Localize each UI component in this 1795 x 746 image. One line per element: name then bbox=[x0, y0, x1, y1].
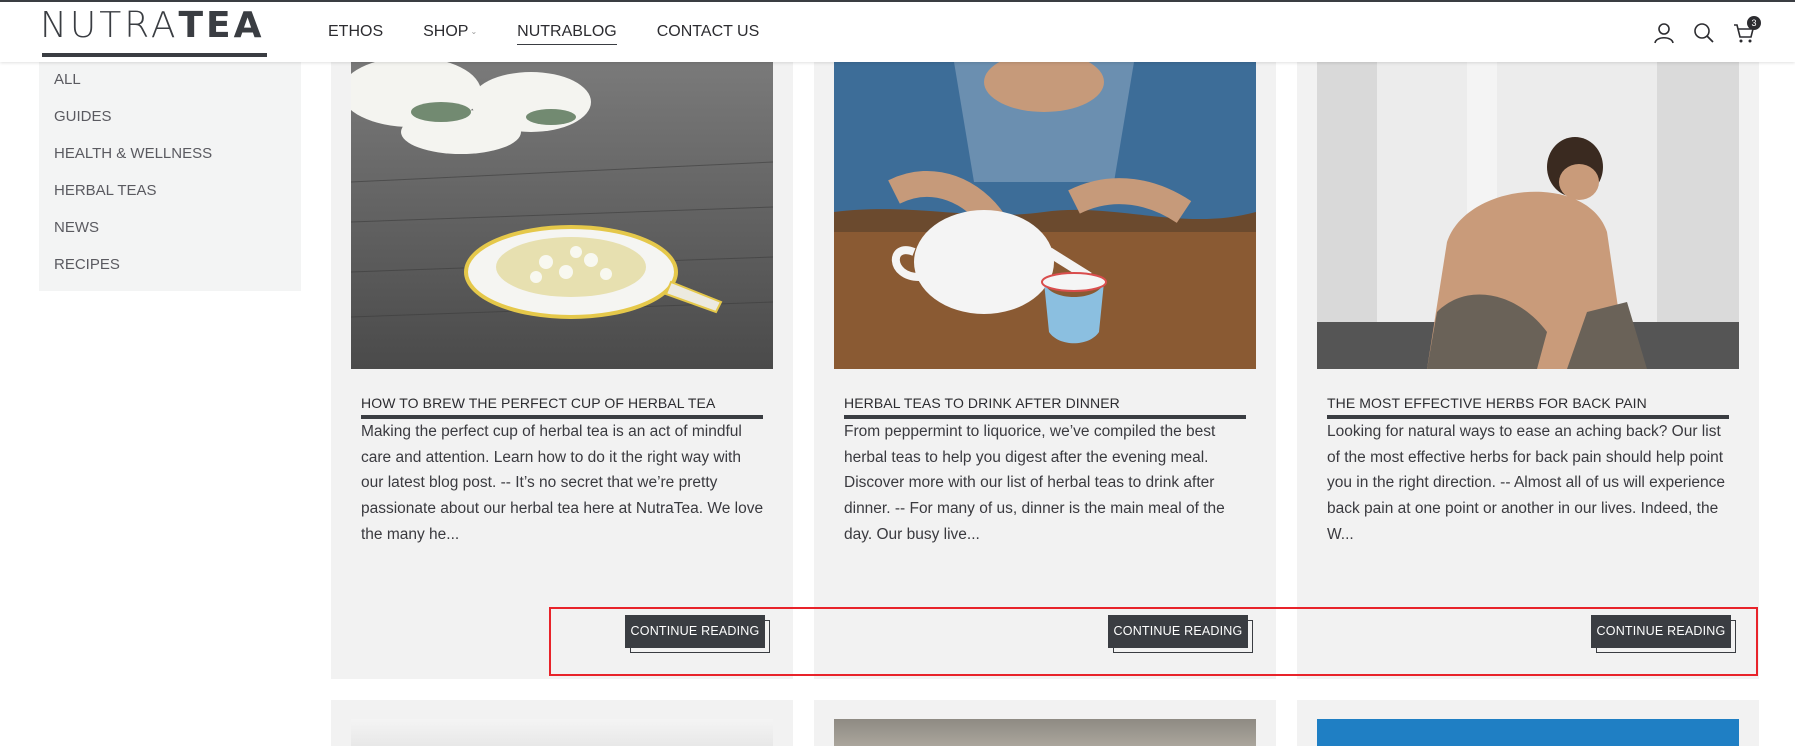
post-excerpt: Looking for natural ways to ease an achi… bbox=[1327, 423, 1726, 543]
sidebar-item-news[interactable]: NEWS bbox=[39, 213, 301, 250]
nav-nutrablog[interactable]: NUTRABLOG bbox=[517, 22, 617, 45]
continue-reading-label: CONTINUE READING bbox=[625, 615, 765, 648]
continue-reading-button[interactable]: CONTINUE READING bbox=[1108, 615, 1253, 653]
post-excerpt: From peppermint to liquorice, we’ve comp… bbox=[844, 423, 1225, 543]
nav-contact-us[interactable]: CONTACT US bbox=[657, 22, 760, 45]
nav-shop-label: SHOP bbox=[423, 23, 469, 41]
logo-underline bbox=[42, 53, 267, 57]
blog-category-sidebar: ALL GUIDES HEALTH & WELLNESS HERBAL TEAS… bbox=[39, 62, 301, 291]
sidebar-item-recipes[interactable]: RECIPES bbox=[39, 250, 301, 287]
nav-ethos-label: ETHOS bbox=[328, 23, 384, 40]
continue-reading-label: CONTINUE READING bbox=[1591, 615, 1731, 648]
blog-post-card bbox=[331, 700, 793, 746]
nav-ethos[interactable]: ETHOS bbox=[328, 22, 383, 45]
nutratea-logo[interactable]: NUTRATEA bbox=[40, 6, 267, 57]
post-title[interactable]: HERBAL TEAS TO DRINK AFTER DINNER bbox=[844, 394, 1246, 414]
nav-contact-label: CONTACT US bbox=[656, 23, 760, 40]
sidebar-item-health-wellness[interactable]: HEALTH & WELLNESS bbox=[39, 139, 301, 176]
blog-post-card: THE MOST EFFECTIVE HERBS FOR BACK PAIN L… bbox=[1297, 62, 1759, 679]
post-title[interactable]: THE MOST EFFECTIVE HERBS FOR BACK PAIN bbox=[1327, 394, 1729, 414]
account-icon[interactable] bbox=[1653, 22, 1675, 44]
post-image-back-pain[interactable] bbox=[1317, 62, 1739, 369]
nav-shop[interactable]: SHOP ⌄ bbox=[423, 22, 477, 45]
continue-reading-button[interactable]: CONTINUE READING bbox=[1591, 615, 1736, 653]
chevron-down-icon: ⌄ bbox=[470, 27, 478, 36]
post-excerpt: Making the perfect cup of herbal tea is … bbox=[361, 423, 764, 543]
continue-reading-label: CONTINUE READING bbox=[1108, 615, 1248, 648]
post-title[interactable]: HOW TO BREW THE PERFECT CUP OF HERBAL TE… bbox=[361, 394, 763, 414]
continue-reading-button[interactable]: CONTINUE READING bbox=[625, 615, 770, 653]
cart-icon[interactable]: 3 bbox=[1733, 16, 1761, 44]
sidebar-item-herbal-teas[interactable]: HERBAL TEAS bbox=[39, 176, 301, 213]
cart-count-badge: 3 bbox=[1747, 16, 1761, 30]
post-image[interactable] bbox=[1317, 719, 1739, 746]
main-nav: ETHOS SHOP ⌄ NUTRABLOG CONTACT US bbox=[328, 22, 799, 45]
blog-post-card: HERBAL TEAS TO DRINK AFTER DINNER From p… bbox=[814, 62, 1276, 679]
blog-post-card bbox=[1297, 700, 1759, 746]
header-icons: 3 bbox=[1653, 16, 1761, 44]
post-image-pouring-tea[interactable] bbox=[834, 62, 1256, 369]
site-header: NUTRATEA ETHOS SHOP ⌄ NUTRABLOG CONTACT U… bbox=[0, 0, 1795, 62]
post-image-chamomile-tea[interactable] bbox=[351, 62, 773, 369]
post-image[interactable] bbox=[834, 719, 1256, 746]
nav-nutrablog-label: NUTRABLOG bbox=[517, 23, 617, 40]
post-image[interactable] bbox=[351, 719, 773, 746]
logo-text-thin: NUTRA bbox=[40, 5, 179, 46]
search-icon[interactable] bbox=[1693, 22, 1715, 44]
logo-wordmark: NUTRATEA bbox=[40, 6, 267, 46]
logo-text-bold: TEA bbox=[178, 5, 265, 46]
blog-post-card: HOW TO BREW THE PERFECT CUP OF HERBAL TE… bbox=[331, 62, 793, 679]
sidebar-item-guides[interactable]: GUIDES bbox=[39, 102, 301, 139]
blog-post-card bbox=[814, 700, 1276, 746]
sidebar-item-all[interactable]: ALL bbox=[39, 65, 301, 102]
